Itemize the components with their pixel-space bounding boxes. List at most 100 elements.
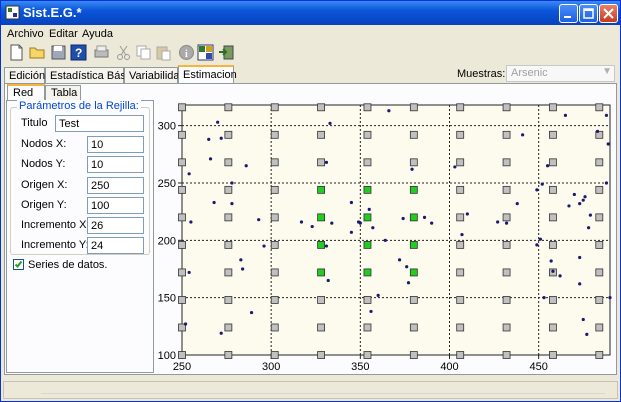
data-point xyxy=(207,137,211,142)
menu-archivo[interactable]: Archivo xyxy=(7,28,44,40)
grid-node xyxy=(502,185,511,194)
chevron-down-icon: ▼ xyxy=(602,66,612,77)
info-icon[interactable]: i xyxy=(178,44,195,61)
data-point xyxy=(183,322,188,326)
grid-node xyxy=(502,296,511,304)
data-point xyxy=(310,224,314,229)
incremento-y-input[interactable]: 24 xyxy=(87,237,144,254)
grid-node xyxy=(224,185,233,194)
title-bar[interactable]: Sist.E.G.* xyxy=(1,1,620,25)
grid-node xyxy=(595,213,604,222)
data-point xyxy=(542,296,546,300)
data-point xyxy=(328,121,332,125)
data-point xyxy=(212,200,216,205)
save-icon[interactable] xyxy=(50,44,67,61)
origen-x-input[interactable]: 250 xyxy=(87,177,144,194)
exit-icon[interactable] xyxy=(218,44,235,61)
data-point xyxy=(219,331,223,335)
grid-node xyxy=(178,296,186,304)
data-point xyxy=(460,232,464,237)
grid-node xyxy=(224,158,233,167)
y-tick-label: 250 xyxy=(158,178,176,190)
grid-node xyxy=(270,323,279,332)
grid-node xyxy=(224,130,233,139)
tab-variabilidad[interactable]: Variabilidad xyxy=(124,67,186,83)
grid-node xyxy=(363,323,372,332)
series-checkbox[interactable] xyxy=(13,259,24,270)
nodos-x-input[interactable]: 10 xyxy=(87,136,144,153)
y-tick-label: 150 xyxy=(158,293,176,305)
grid-node xyxy=(224,268,233,277)
data-point xyxy=(535,188,539,192)
origen-y-label: Origen Y: xyxy=(21,199,67,211)
data-point xyxy=(572,192,576,197)
grid-icon[interactable] xyxy=(197,44,214,61)
main-window: Sist.E.G.* Archivo Editar Ayuda ? i Edic… xyxy=(0,0,621,402)
menu-editar[interactable]: Editar xyxy=(49,28,78,40)
data-point xyxy=(401,216,405,221)
grid-node xyxy=(595,241,604,249)
close-button[interactable] xyxy=(599,4,618,23)
data-point xyxy=(567,204,571,208)
grid-node xyxy=(595,351,604,359)
data-point xyxy=(551,269,555,273)
data-point xyxy=(595,129,600,133)
minimize-button[interactable] xyxy=(559,4,578,23)
cut-icon[interactable] xyxy=(115,44,132,61)
data-point xyxy=(465,212,469,216)
grid-node xyxy=(270,268,279,277)
x-tick-label: 400 xyxy=(440,361,458,373)
grid-scatter-plot: 250 300 350 400 450 100 150 200 250 300 xyxy=(158,103,612,373)
grid-node xyxy=(409,130,418,139)
data-point xyxy=(583,195,587,199)
data-point xyxy=(453,165,457,169)
data-point xyxy=(230,202,234,206)
data-point xyxy=(262,244,266,248)
data-point xyxy=(581,198,585,202)
grid-node xyxy=(549,213,557,222)
help-icon[interactable]: ? xyxy=(70,44,87,61)
data-point xyxy=(324,244,329,248)
incremento-y-label: Incremento Y: xyxy=(21,239,89,251)
grid-node xyxy=(409,103,418,112)
nodos-y-input[interactable]: 10 xyxy=(87,156,144,173)
tab-estadistica-basica[interactable]: Estadística Básica xyxy=(45,67,140,83)
data-point xyxy=(244,164,248,168)
menu-ayuda[interactable]: Ayuda xyxy=(82,28,113,40)
grid-node xyxy=(456,213,465,222)
y-tick-label: 100 xyxy=(158,350,176,362)
data-point xyxy=(358,221,362,225)
grid-node xyxy=(270,241,279,249)
tab-estimacion[interactable]: Estimacion xyxy=(178,65,237,84)
new-file-icon[interactable] xyxy=(8,44,25,61)
muestras-select[interactable]: Arsenic ▼ xyxy=(506,65,615,82)
x-tick-label: 300 xyxy=(262,361,280,373)
data-point xyxy=(326,278,330,283)
data-point xyxy=(578,202,582,206)
grid-node-active xyxy=(317,185,326,194)
print-icon[interactable] xyxy=(93,44,110,61)
grid-node xyxy=(456,103,465,112)
grid-node xyxy=(456,296,465,304)
maximize-button[interactable] xyxy=(579,4,598,23)
grid-node xyxy=(595,296,604,304)
open-folder-icon[interactable] xyxy=(29,44,46,61)
origen-y-input[interactable]: 100 xyxy=(87,197,144,214)
copy-icon[interactable] xyxy=(135,44,152,61)
titulo-input[interactable]: Test xyxy=(55,115,144,132)
tab-edicion[interactable]: Edición xyxy=(4,67,45,83)
grid-node xyxy=(178,103,186,112)
origen-x-label: Origen X: xyxy=(21,179,68,191)
data-point xyxy=(249,310,254,315)
data-point xyxy=(563,113,568,117)
incremento-x-input[interactable]: 26 xyxy=(87,217,144,234)
paste-icon[interactable] xyxy=(155,44,172,61)
grid-node xyxy=(363,158,372,167)
grid-node xyxy=(549,241,557,249)
tab-red[interactable]: Red xyxy=(7,84,45,101)
data-point xyxy=(604,113,609,117)
tab-tabla[interactable]: Tabla xyxy=(45,85,81,100)
grid-node xyxy=(363,351,372,359)
grid-node xyxy=(595,158,604,167)
x-tick-label: 350 xyxy=(351,361,369,373)
